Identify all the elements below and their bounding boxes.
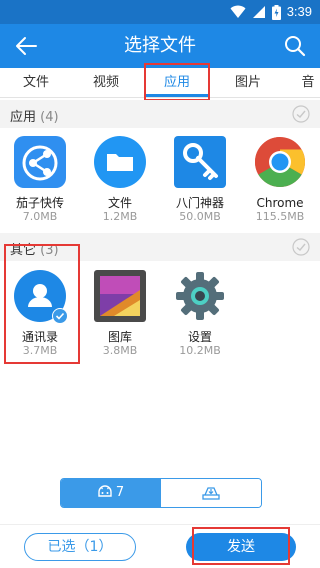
app-name: 八门神器 — [175, 196, 224, 210]
app-size: 10.2MB — [179, 344, 221, 357]
section-header-apps: 应用 (4) — [0, 100, 320, 128]
app-size: 115.5MB — [255, 210, 305, 223]
key-icon — [174, 136, 226, 188]
gallery-icon — [94, 270, 146, 322]
chrome-icon — [254, 136, 306, 188]
settings-gear-icon — [174, 270, 226, 322]
app-size: 1.2MB — [102, 210, 138, 223]
highlight-box-contacts — [4, 244, 80, 364]
section-label: 应用 (4) — [10, 106, 59, 125]
app-size: 7.0MB — [22, 210, 58, 223]
tab-videos[interactable]: 视频 — [76, 68, 136, 98]
page-title: 选择文件 — [124, 35, 196, 56]
select-all-check-icon[interactable] — [292, 238, 310, 256]
app-bar: 选择文件 — [0, 24, 320, 68]
android-count: 7 — [115, 485, 125, 500]
status-icons: 3:39 — [230, 3, 312, 21]
app-name: Chrome — [256, 196, 304, 210]
app-item-bamen[interactable]: 八门神器 50.0MB — [168, 136, 232, 224]
app-size: 50.0MB — [179, 210, 221, 223]
app-item-gallery[interactable]: 图库 3.8MB — [88, 270, 152, 358]
app-name: 设置 — [187, 330, 212, 344]
app-size: 3.8MB — [102, 344, 138, 357]
selected-items-button[interactable]: 已选（1） — [24, 533, 136, 561]
battery-charging-icon — [271, 4, 281, 20]
android-icon — [98, 485, 112, 497]
app-item-chrome[interactable]: Chrome 115.5MB — [248, 136, 312, 224]
highlight-box-send — [192, 527, 290, 565]
status-time: 3:39 — [286, 4, 312, 19]
share-app-icon — [14, 136, 66, 188]
section-count: (4) — [40, 110, 59, 125]
tab-images[interactable]: 图片 — [218, 68, 278, 98]
view-filter-toggle: 7 — [60, 478, 262, 508]
highlight-box-apps-tab — [144, 63, 210, 101]
select-all-check-icon[interactable] — [292, 105, 310, 123]
app-name: 图库 — [107, 330, 132, 344]
section-title: 应用 — [10, 110, 37, 125]
wifi-icon — [230, 5, 246, 18]
tab-music[interactable]: 音 — [288, 68, 320, 98]
app-item-files[interactable]: 文件 1.2MB — [88, 136, 152, 224]
storage-icon — [202, 487, 220, 500]
signal-icon — [252, 6, 265, 18]
android-apps-segment[interactable]: 7 — [61, 479, 161, 507]
search-icon[interactable] — [284, 35, 306, 57]
app-name: 茄子快传 — [15, 196, 64, 210]
tab-files[interactable]: 文件 — [6, 68, 66, 98]
status-bar: 3:39 — [0, 0, 320, 24]
storage-segment[interactable] — [161, 479, 261, 507]
app-item-settings[interactable]: 设置 10.2MB — [168, 270, 232, 358]
app-item-shareit[interactable]: 茄子快传 7.0MB — [8, 136, 72, 224]
app-name: 文件 — [107, 196, 132, 210]
folder-icon — [94, 136, 146, 188]
bottom-divider — [0, 524, 320, 525]
